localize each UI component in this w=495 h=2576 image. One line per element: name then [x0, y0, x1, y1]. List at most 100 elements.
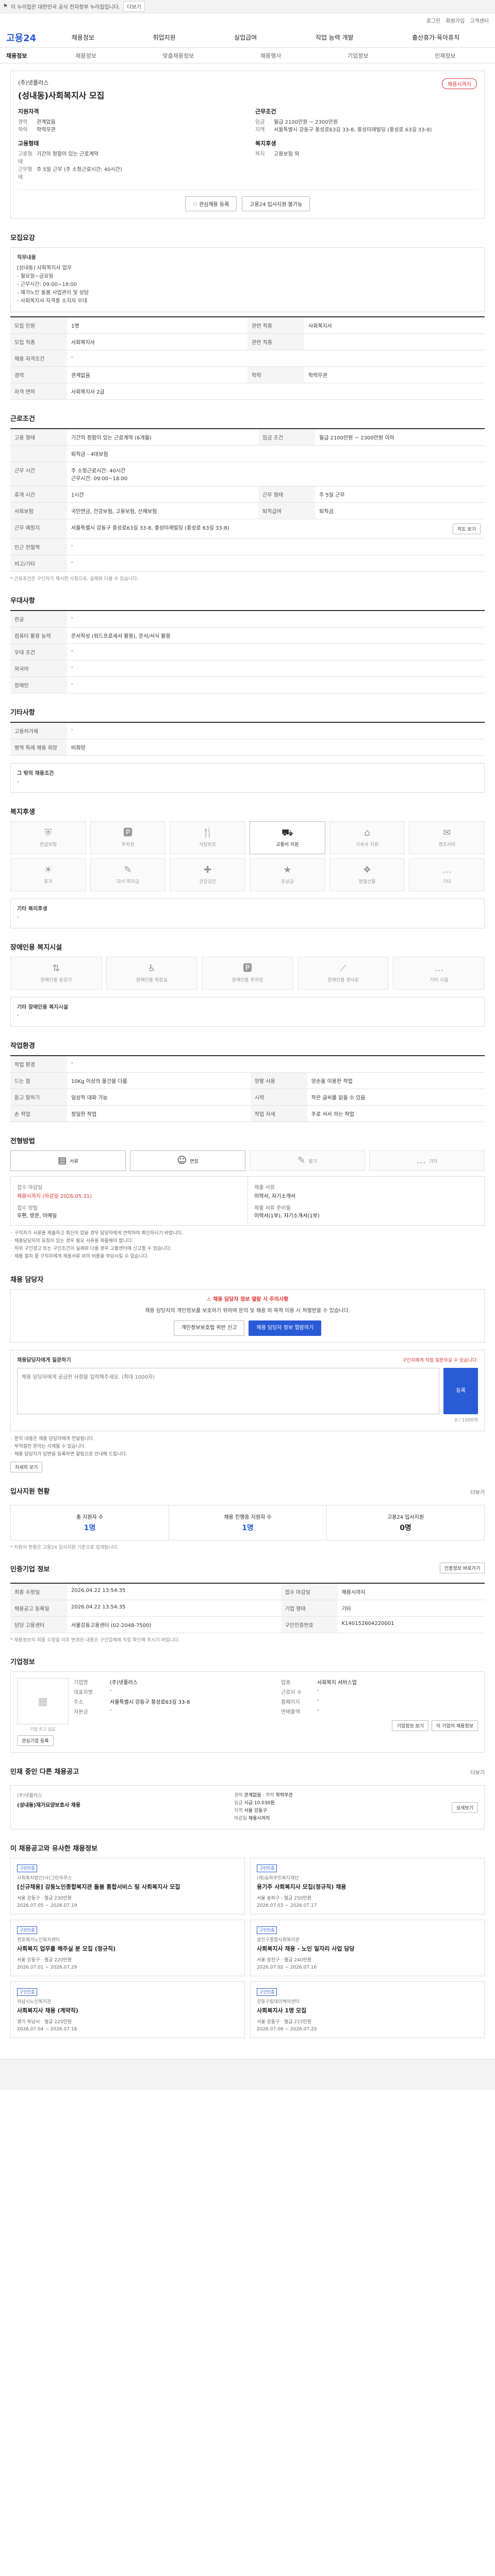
reco-card[interactable]: 구인인증 광진구종합사회복지관 사회복지사 채용 - 노인 일자리 사업 담당 … — [250, 1920, 485, 1976]
other-job-card[interactable]: (주)넷플러스 (성내동)재가요양보호사 채용 경력 관계없음 · 학력 학력무… — [10, 1785, 485, 1829]
welfare-heading: 복지후생 — [255, 140, 276, 147]
map-button[interactable]: 지도 보기 — [453, 523, 481, 534]
ramp-icon: ⟋ — [340, 962, 346, 974]
other-job-title[interactable]: (성내동)재가요양보호사 채용 — [17, 1801, 228, 1808]
label: 사회보험 — [10, 502, 67, 519]
welfare-item: ★ 포상금 — [250, 858, 325, 891]
reco-card[interactable]: 구인인증 강동구립데이케어센터 사회복지사 1명 모집 서울 강동구 · 월급 … — [250, 1981, 485, 2038]
value: 서울특별시 강동구 풍성로63길 33-8, 풍성미래빌딩 (풍성로 63길 3… — [71, 526, 229, 531]
gov-notice: 이 누리집은 대한민국 공식 전자정부 누리집입니다. — [10, 5, 121, 10]
cert-button[interactable]: 인증정보 바로가기 — [439, 1563, 485, 1573]
submit-question-button[interactable]: 등록 — [443, 1368, 478, 1414]
more-icon: … — [442, 864, 452, 875]
value: 1시간 — [67, 486, 259, 503]
snb-item-4[interactable]: 기업정보 — [348, 52, 368, 60]
snb-item-2[interactable]: 맞춤채용정보 — [162, 52, 194, 60]
login-link[interactable]: 로그인 — [426, 16, 441, 24]
company-name[interactable]: (주)넷플러스 — [18, 78, 477, 87]
reco-tag: 구인인증 — [17, 1865, 38, 1872]
label: 접수 마감일 — [280, 1583, 338, 1600]
welfare-section-title: 복지후생 — [10, 808, 35, 816]
value: 퇴직금 — [315, 502, 485, 519]
global-nav: 고용24 채용정보 취업지원 실업급여 직업 능력 개발 출산휴가·육아휴직 — [0, 27, 495, 48]
reco-title[interactable]: 용기주 사회복지사 모집(정규직) 채용 — [257, 1883, 478, 1891]
gnb-item-leave[interactable]: 출산휴가·육아휴직 — [412, 33, 459, 42]
reco-location: 서울 강동구 — [17, 1896, 40, 1901]
value: - — [317, 1707, 319, 1713]
signup-link[interactable]: 회원가입 — [446, 16, 465, 24]
info-section-title: 인증기업 정보 — [10, 1566, 50, 1573]
stat-label: 총 지원자 수 — [76, 1515, 104, 1520]
company-info-button[interactable]: 기업정보 보기 — [392, 1720, 429, 1731]
reco-card[interactable]: 구인인증 하남시노인복지관 사회복지사 채용 (계약직) 경기 하남시 · 월급… — [10, 1981, 245, 2038]
deadline-value: 채용시까지 (마감일 2026.05.31) — [17, 1194, 92, 1199]
reco-title[interactable]: 사회복지사 1명 모집 — [257, 2007, 478, 2014]
contact-more-button[interactable]: 자세히 보기 — [10, 1462, 43, 1472]
reco-location: 서울 강동구 — [17, 1958, 40, 1963]
gnb-item-jobs[interactable]: 채용정보 — [72, 33, 94, 42]
table-row: 작업 환경 - — [10, 1056, 485, 1073]
value: (주)넷플러스 — [110, 1680, 138, 1686]
view-contact-button[interactable]: 채용 담당자 정보 열람하기 — [249, 1320, 322, 1336]
value: 채용시까지 — [337, 1583, 485, 1600]
reco-date: 2026.07.01 ~ 2026.07.29 — [17, 1965, 77, 1970]
label: 기업 형태 — [280, 1600, 338, 1617]
table-row: 병역 특례 채용 희망 비희망 — [10, 739, 485, 756]
report-button[interactable]: 개인정보보호법 위반 신고 — [173, 1320, 245, 1336]
subscribe-company-button[interactable]: 관심기업 등록 — [17, 1735, 54, 1746]
applicant-more-link[interactable]: 더보기 — [470, 1488, 485, 1496]
ask-label: 채용담당자에게 질문하기 — [17, 1358, 71, 1363]
reco-title[interactable]: 사회복지사 채용 - 노인 일자리 사업 담당 — [257, 1945, 478, 1953]
value: 주로 서서 하는 작업 — [307, 1105, 485, 1122]
welfare-label: 기숙사 지원 — [355, 842, 379, 848]
welfare-item: 🍴 식당보조 — [170, 821, 245, 854]
value: - — [67, 611, 485, 628]
snb-item-3[interactable]: 채용행사 — [260, 52, 281, 60]
reco-title[interactable]: 사회복지 업무를 해주실 분 모집 (정규직) — [17, 1945, 238, 1953]
reco-card[interactable]: 구인인증 사회복지법인(사)그린하우스 [신규채용] 강동노인종합복지관 돌봄 … — [10, 1858, 245, 1914]
contact-warning-box: ⚠ 채용 담당자 정보 열람 시 주의사항 채용 담당자의 개인정보를 보호하기… — [10, 1289, 485, 1343]
gnb-item-benefit[interactable]: 실업급여 — [234, 33, 257, 42]
recruit-section-title: 모집요강 — [10, 234, 35, 242]
snb-item-5[interactable]: 인재정보 — [435, 52, 455, 60]
value: 양손을 이용한 작업 — [307, 1072, 485, 1089]
gov-banner-toggle[interactable]: 더보기 — [123, 1, 145, 12]
documents-prep-value: 이력서(1부), 자기소개서(1부) — [254, 1213, 320, 1219]
value: - — [67, 1056, 485, 1073]
apply-button[interactable]: 고용24 입사지원 불가능 — [242, 196, 310, 211]
label: 기업명 — [74, 1680, 88, 1686]
help-link[interactable]: 고객센터 — [470, 16, 489, 24]
reco-card[interactable]: 구인인증 천호재가노인복지센터 사회복지 업무를 해주실 분 모집 (정규직) … — [10, 1920, 245, 1976]
condition-table: 고용 형태 기간의 정함이 있는 근로계약 (6개월) 임금 조건 월급 2100만원… — [10, 428, 485, 572]
site-logo[interactable]: 고용24 — [6, 31, 42, 44]
save-job-button[interactable]: ♡ 관심채용 등록 — [185, 196, 237, 211]
stat-value: 1명 — [84, 1524, 96, 1532]
reco-date: 2026.07.05 ~ 2026.07.19 — [17, 1903, 77, 1908]
label: 임금 — [234, 1801, 243, 1806]
facility-label: 기타 시설 — [430, 977, 449, 983]
stat-item: 총 지원자 수 1명 — [11, 1505, 169, 1540]
others-more-link[interactable]: 더보기 — [470, 1768, 485, 1776]
value: 학력무관 — [304, 366, 485, 383]
prefer-table: 전공 - 컴퓨터 활용 능력 문서작성 (워드프로세서 활용), 문서/서식 활용 … — [10, 610, 485, 693]
question-input[interactable] — [17, 1368, 440, 1414]
snb-item-1[interactable]: 채용정보 — [75, 52, 96, 60]
gnb-item-training[interactable]: 직업 능력 개발 — [316, 33, 354, 42]
company-jobs-button[interactable]: 이 기업의 채용정보 — [432, 1720, 478, 1731]
value: 주 5일 근무 — [315, 486, 485, 503]
other-job-detail-button[interactable]: 상세보기 — [451, 1802, 478, 1813]
reco-card[interactable]: 구인인증 (재)송파주민복지재단 용기주 사회복지사 모집(정규직) 채용 서울… — [250, 1858, 485, 1914]
reco-title[interactable]: [신규채용] 강동노인종합복지관 돌봄 통합서비스 팀 사회복지사 모집 — [17, 1883, 238, 1891]
contact-warning-title: ⚠ 채용 담당자 정보 열람 시 주의사항 — [17, 1296, 478, 1304]
label: 양팔 사용 — [250, 1072, 307, 1089]
table-row: 담당 고용센터 서울강동고용센터 (02-2048-7500) 구인인증번호 K140… — [10, 1616, 485, 1633]
list-item: 채용 담당자가 답변을 등록하면 알림으로 안내해 드립니다. — [10, 1451, 485, 1459]
gnb-item-support[interactable]: 취업지원 — [153, 33, 175, 42]
other-job-company: (주)넷플러스 — [17, 1793, 42, 1799]
reco-title[interactable]: 사회복지사 채용 (계약직) — [17, 2007, 238, 2014]
applicant-stats: 총 지원자 수 1명 채용 진행중 지원자 수 1명 고용24 입사지원 0명 — [10, 1505, 485, 1540]
stat-label: 고용24 입사지원 — [387, 1515, 424, 1520]
more-icon: … — [434, 962, 444, 974]
value: 학력무관 — [37, 127, 56, 133]
disabled-etc-box: 기타 장애인용 복지시설 - — [10, 997, 485, 1027]
